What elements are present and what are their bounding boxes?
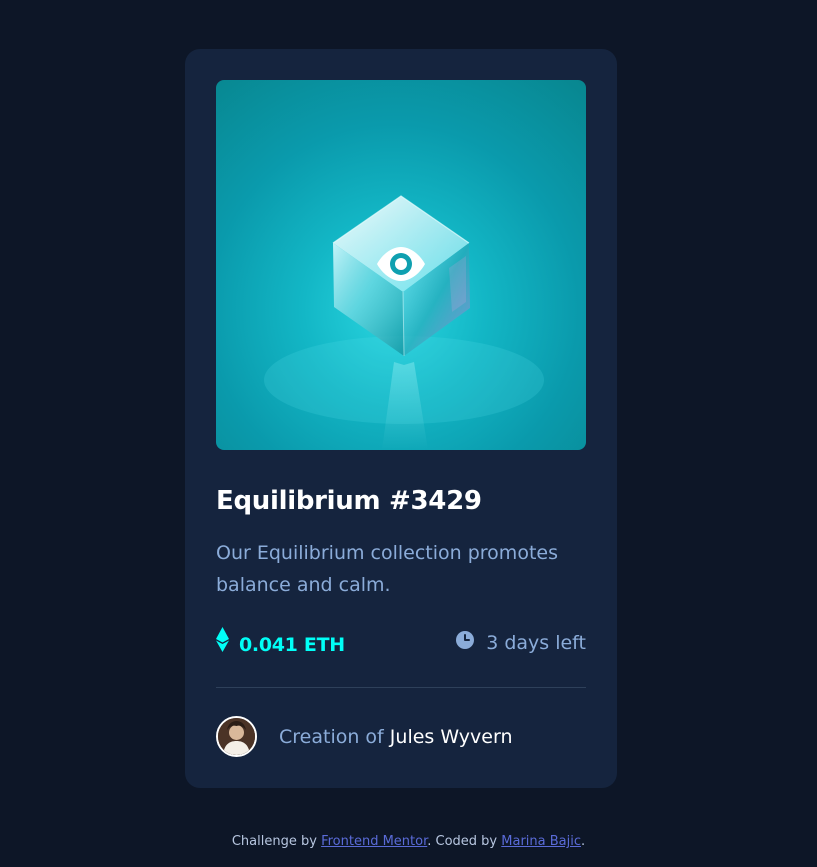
author-link[interactable]: Marina Bajic — [501, 834, 581, 849]
divider — [216, 687, 586, 688]
nft-title[interactable]: Equilibrium #3429 — [216, 481, 482, 521]
time-left-value: 3 days left — [486, 632, 586, 654]
creator-name[interactable]: Jules Wyvern — [390, 726, 513, 748]
nft-meta-row: 0.041 ETH 3 days left — [216, 627, 586, 659]
attribution-suffix: . — [581, 834, 586, 849]
creator-text: Creation of Jules Wyvern — [279, 721, 513, 753]
attribution-prefix: Challenge by — [231, 834, 317, 849]
nft-description: Our Equilibrium collection promotes bala… — [216, 542, 558, 596]
avatar — [216, 716, 257, 757]
time-left: 3 days left — [456, 627, 586, 659]
creator-row: Creation of Jules Wyvern — [216, 716, 513, 757]
creator-prefix: Creation of — [279, 725, 384, 748]
clock-icon — [456, 627, 475, 659]
price-value: 0.041 ETH — [239, 633, 345, 656]
nft-card: Equilibrium #3429 Our Equilibrium collec… — [185, 49, 617, 788]
frontend-mentor-link[interactable]: Frontend Mentor — [321, 834, 427, 849]
attribution: Challenge by Frontend Mentor. Coded by M… — [0, 832, 817, 852]
ethereum-icon — [216, 627, 229, 662]
attribution-middle: . Coded by — [427, 834, 498, 849]
nft-image[interactable] — [216, 80, 586, 450]
cube-illustration — [264, 195, 544, 450]
price: 0.041 ETH — [216, 627, 345, 662]
